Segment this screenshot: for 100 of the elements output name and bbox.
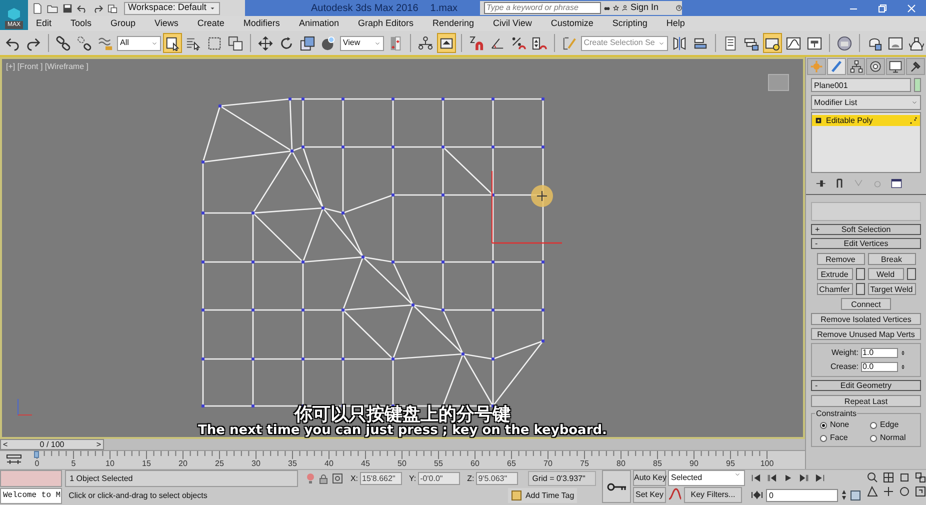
project-folder-icon[interactable]: [107, 2, 118, 14]
lock-icon[interactable]: [319, 474, 328, 484]
zoom-extents-icon[interactable]: [899, 472, 910, 483]
menu-item[interactable]: Civil View: [493, 16, 532, 30]
new-file-icon[interactable]: [32, 2, 43, 14]
panel-button[interactable]: Target Weld: [868, 283, 916, 295]
coordinate-field[interactable]: 15'8.662": [360, 472, 402, 485]
utilities-tab[interactable]: [906, 58, 925, 75]
settings-button[interactable]: [856, 268, 864, 280]
light-bulb-icon[interactable]: [306, 473, 316, 484]
maxscript-output[interactable]: Welcome to M: [0, 488, 62, 504]
panel-button[interactable]: Weld: [868, 268, 904, 280]
key-filters-button[interactable]: Key Filters...: [684, 487, 742, 503]
spinner-icon[interactable]: [900, 348, 906, 358]
next-frame-icon[interactable]: [799, 473, 809, 483]
menu-item[interactable]: Animation: [298, 16, 339, 30]
search-field[interactable]: Type a keyword or phrase: [484, 2, 601, 14]
menu-item[interactable]: Modifiers: [243, 16, 280, 30]
frame-counter-box[interactable]: < 0 / 100 >: [0, 439, 104, 450]
radio-option[interactable]: None: [820, 419, 870, 431]
spinner-icon[interactable]: [900, 362, 906, 372]
panel-button[interactable]: Extrude: [816, 268, 852, 280]
dropdown[interactable]: All: [117, 36, 161, 50]
help-icon[interactable]: [676, 3, 682, 13]
rollout-header[interactable]: + Soft Selection: [811, 224, 921, 235]
display-tab[interactable]: [886, 58, 906, 75]
menu-item[interactable]: Tools: [70, 16, 92, 30]
modifier-stack[interactable]: Editable Poly: [811, 112, 921, 173]
menu-item[interactable]: Rendering: [432, 16, 474, 30]
time-config-icon[interactable]: [850, 490, 861, 500]
tangent-icon[interactable]: [668, 487, 682, 501]
menu-item[interactable]: Scripting: [612, 16, 648, 30]
number-field[interactable]: 1.0: [860, 348, 898, 358]
track-bar-icon[interactable]: [6, 454, 22, 465]
time-tag-icon[interactable]: [511, 490, 522, 501]
key-mode-dropdown[interactable]: Selected: [668, 470, 745, 486]
star-icon[interactable]: [612, 3, 618, 13]
timeline-bar[interactable]: < 0 / 100 >: [0, 439, 805, 451]
go-to-end-icon[interactable]: [815, 473, 825, 483]
zoom-extents-all-icon[interactable]: [915, 472, 926, 483]
save-icon[interactable]: [62, 2, 73, 14]
menu-item[interactable]: Views: [154, 16, 178, 30]
coordinate-field[interactable]: -0'0.0": [418, 472, 460, 485]
select-tool-button[interactable]: [162, 33, 182, 53]
toggle-icon[interactable]: [815, 117, 822, 124]
panel-button[interactable]: Remove Isolated Vertices: [811, 313, 921, 325]
menu-item[interactable]: Graph Editors: [358, 16, 414, 30]
set-key-button[interactable]: [602, 470, 631, 503]
panel-button[interactable]: Remove: [816, 253, 864, 265]
dropdown[interactable]: View: [340, 36, 384, 50]
rollout-header[interactable]: - Edit Vertices: [811, 238, 921, 249]
link-tool-button[interactable]: [54, 33, 73, 53]
stack-item[interactable]: Editable Poly: [812, 115, 920, 126]
radio-option[interactable]: Edge: [870, 419, 920, 431]
object-name-field[interactable]: Plane001: [811, 78, 911, 92]
settings-button[interactable]: [856, 283, 864, 295]
field-of-view-icon[interactable]: [867, 486, 878, 497]
panel-button[interactable]: Connect: [841, 298, 891, 310]
workspace-dropdown[interactable]: Workspace: Default: [124, 2, 220, 14]
previous-frame-icon[interactable]: [767, 473, 777, 483]
menu-item[interactable]: Edit: [36, 16, 52, 30]
panel-button[interactable]: Chamfer: [816, 283, 852, 295]
viewport[interactable]: [+] [Front ] [Wireframe ] 你可以只按键盘上的分号键 The next time you can just press ; key on the keyboard.: [0, 57, 805, 439]
current-frame-field[interactable]: 0: [766, 488, 838, 502]
menu-item[interactable]: Group: [110, 16, 136, 30]
absolute-mode-icon[interactable]: [332, 473, 344, 484]
go-to-start-icon[interactable]: [751, 473, 761, 483]
open-folder-icon[interactable]: [47, 2, 58, 14]
maxscript-listener-field[interactable]: [0, 470, 62, 487]
maximize-viewport-icon[interactable]: [915, 486, 926, 497]
panel-button[interactable]: Break: [868, 253, 916, 265]
frame-marker[interactable]: [34, 451, 39, 458]
rollout-header[interactable]: - Edit Geometry: [811, 380, 921, 391]
configure-sets-icon[interactable]: [891, 178, 902, 189]
explorer-tool-button[interactable]: [763, 33, 782, 53]
modifier-list-dropdown[interactable]: Modifier List: [811, 95, 921, 110]
coordinate-field[interactable]: 9'5.063": [476, 472, 518, 485]
orbit-icon[interactable]: [899, 486, 910, 497]
zoom-icon[interactable]: [867, 472, 878, 483]
set-key-label-button[interactable]: Set Key: [633, 487, 666, 503]
number-field[interactable]: 0.0: [860, 362, 898, 372]
spinner-icon[interactable]: [841, 489, 847, 501]
menu-item[interactable]: Help: [666, 16, 685, 30]
object-color-swatch[interactable]: [914, 78, 921, 92]
menu-item[interactable]: Customize: [550, 16, 594, 30]
radio-option[interactable]: Normal: [870, 432, 920, 444]
pan-icon[interactable]: [883, 486, 894, 497]
panel-button[interactable]: Remove Unused Map Verts: [811, 328, 921, 340]
selection-set-dropdown[interactable]: Create Selection Se: [580, 36, 668, 50]
menu-item[interactable]: Create: [197, 16, 224, 30]
redo-icon[interactable]: [92, 2, 103, 14]
hierarchy-tab[interactable]: [846, 58, 866, 75]
restore-icon[interactable]: [878, 4, 887, 12]
zoom-all-icon[interactable]: [883, 472, 894, 483]
undo-icon[interactable]: [77, 2, 88, 14]
panel-button[interactable]: Repeat Last: [811, 395, 921, 407]
radio-option[interactable]: Face: [820, 432, 870, 444]
auto-key-button[interactable]: Auto Key: [633, 470, 666, 486]
settings-button[interactable]: [906, 268, 916, 280]
sign-in-link[interactable]: Sign In: [630, 1, 659, 15]
